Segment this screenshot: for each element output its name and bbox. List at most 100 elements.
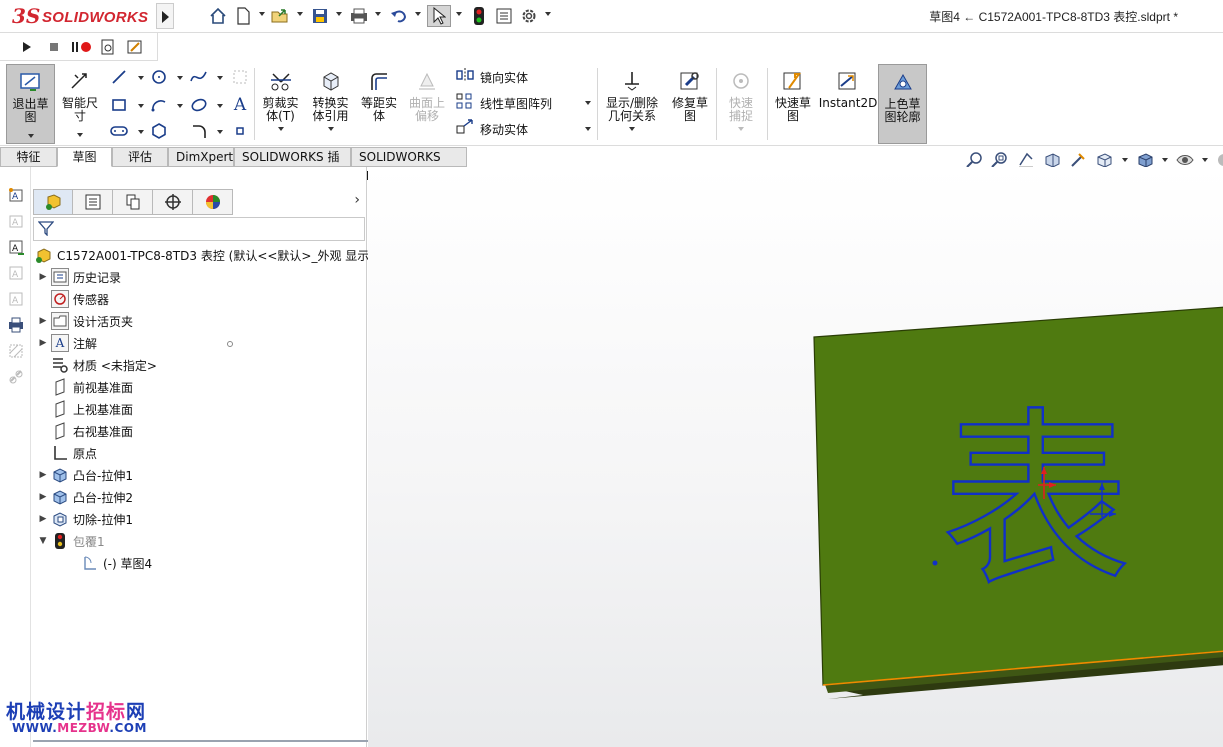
property-manager-icon[interactable] (73, 189, 113, 215)
balloon-icon[interactable]: A (6, 211, 26, 231)
new-macro-icon[interactable] (98, 39, 118, 55)
collapse-arrow-icon[interactable]: ▼ (37, 536, 49, 546)
tree-item-sensors[interactable]: 传感器 (37, 288, 109, 310)
home-icon[interactable] (207, 5, 229, 27)
tab-solidworks-mbd[interactable]: SOLIDWORKS MBD (351, 147, 467, 183)
arc-icon[interactable] (150, 96, 168, 114)
offset-entities-button[interactable]: 等距实体 (357, 64, 401, 144)
linear-pattern-icon (455, 93, 475, 113)
tree-root-part[interactable]: C1572A001-TPC8-8TD3 表控 (默认<<默认>_外观 显示 (33, 244, 369, 266)
smart-dimension-button[interactable]: 智能尺寸 (58, 64, 102, 144)
expand-arrow-icon[interactable]: ▶ (37, 338, 49, 348)
tab-dimxpert[interactable]: DimXpert (168, 147, 234, 167)
play-icon[interactable] (17, 39, 37, 55)
tab-evaluate[interactable]: 评估 (112, 147, 168, 167)
tree-item-annotations[interactable]: ▶ A 注解 (37, 332, 97, 354)
mirror-entities-button[interactable]: 镜向实体 (455, 67, 528, 87)
sketch-fillet-icon[interactable] (190, 122, 208, 140)
new-document-icon[interactable] (232, 5, 254, 27)
quick-snaps-button[interactable]: 快速捕捉 (719, 64, 763, 144)
expand-arrow-icon[interactable]: ▶ (37, 470, 49, 480)
solidworks-logo[interactable]: 3S SOLIDWORKS (8, 3, 152, 29)
offset-on-surface-button[interactable]: 曲面上偏移 (405, 64, 449, 144)
mirror-entities-icon (455, 67, 475, 87)
expand-arrow-icon[interactable]: ▶ (37, 316, 49, 326)
tree-item-right-plane[interactable]: 右视基准面 (37, 420, 133, 442)
text-annotation-icon[interactable]: A (6, 237, 26, 257)
open-folder-icon[interactable] (270, 5, 292, 27)
dimxpert-manager-icon[interactable] (153, 189, 193, 215)
trim-entities-button[interactable]: 剪裁实体(T) (258, 64, 303, 144)
hatch-icon[interactable] (6, 341, 26, 361)
note-icon[interactable]: A (6, 185, 26, 205)
sketch-point[interactable] (932, 560, 938, 566)
tab-sketch[interactable]: 草图 (57, 147, 112, 167)
undo-icon[interactable] (388, 5, 410, 27)
expand-arrow-icon[interactable]: ▶ (37, 272, 49, 282)
tree-item-boss-extrude-2[interactable]: ▶ 凸台-拉伸2 (37, 486, 133, 508)
rapid-sketch-button[interactable]: 快速草图 (771, 64, 815, 144)
graphics-viewport[interactable]: 表 (368, 167, 1223, 747)
smart-dimension-icon (66, 68, 94, 94)
watermark-chinese: 机械设计招标网 (6, 697, 146, 724)
configuration-manager-icon[interactable] (113, 189, 153, 215)
site-watermark: 机械设计招标网 WWW.MEZBW.COM (6, 697, 146, 741)
point-grid-icon[interactable] (231, 68, 249, 86)
line-icon[interactable] (110, 68, 128, 86)
text-tool-icon[interactable]: A (231, 95, 249, 115)
print-preview-icon[interactable] (6, 315, 26, 335)
point-icon[interactable] (231, 122, 249, 140)
panel-splitter-handle[interactable] (227, 341, 233, 347)
expand-menu-arrow[interactable] (156, 3, 174, 29)
display-delete-relations-button[interactable]: 显示/删除几何关系 (602, 64, 662, 144)
tree-filter-field[interactable] (33, 217, 365, 241)
file-properties-icon[interactable] (493, 5, 515, 27)
record-pause-icon[interactable] (70, 39, 94, 55)
tree-item-design-binder[interactable]: ▶ 设计活页夹 (37, 310, 133, 332)
tab-solidworks-addins[interactable]: SOLIDWORKS 插件 (234, 147, 351, 183)
polygon-icon[interactable] (150, 122, 168, 140)
part-model-view[interactable]: 表 (368, 167, 1223, 747)
tree-item-cut-extrude-1[interactable]: ▶ 切除-拉伸1 (37, 508, 133, 530)
more-tabs-chevron-icon[interactable]: › (354, 192, 360, 208)
tree-item-origin[interactable]: 原点 (37, 442, 97, 464)
print-icon[interactable] (348, 5, 370, 27)
save-icon[interactable] (309, 5, 331, 27)
tree-item-label: 凸台-拉伸2 (73, 490, 133, 505)
datum-feature-icon[interactable]: A (6, 289, 26, 309)
convert-entities-button[interactable]: 转换实体引用 (307, 64, 354, 144)
shaded-sketch-contours-button[interactable]: 上色草图轮廓 (878, 64, 927, 144)
spline-icon[interactable] (190, 68, 208, 86)
move-entities-button[interactable]: 移动实体 (455, 119, 528, 139)
edit-macro-icon[interactable] (125, 39, 145, 55)
linear-pattern-button[interactable]: 线性草图阵列 (455, 93, 552, 113)
rebuild-traffic-light-icon[interactable] (468, 5, 490, 27)
stop-icon[interactable] (44, 39, 64, 55)
rectangle-icon[interactable] (110, 96, 128, 114)
display-manager-icon[interactable] (193, 189, 233, 215)
instant2d-button[interactable]: Instant2D (819, 64, 877, 144)
ellipse-icon[interactable] (190, 96, 208, 114)
select-cursor-icon[interactable] (427, 5, 451, 27)
expand-arrow-icon[interactable]: ▶ (37, 492, 49, 502)
options-gear-icon[interactable] (518, 5, 540, 27)
trim-entities-icon (267, 68, 295, 94)
ds-logo-mark: 3S (12, 4, 41, 28)
exit-sketch-button[interactable]: 退出草图 (6, 64, 55, 144)
tree-item-wrap-1[interactable]: ▼ 包覆1 (37, 530, 105, 552)
tree-item-top-plane[interactable]: 上视基准面 (37, 398, 133, 420)
tree-item-sketch-4[interactable]: (-) 草图4 (79, 552, 152, 574)
surface-finish-icon[interactable]: A (6, 263, 26, 283)
slot-icon[interactable] (110, 122, 128, 140)
tree-item-front-plane[interactable]: 前视基准面 (37, 376, 133, 398)
tree-item-boss-extrude-1[interactable]: ▶ 凸台-拉伸1 (37, 464, 133, 486)
tree-item-history[interactable]: ▶ 历史记录 (37, 266, 121, 288)
link-icon[interactable] (6, 367, 26, 387)
tree-item-label: 凸台-拉伸1 (73, 468, 133, 483)
expand-arrow-icon[interactable]: ▶ (37, 514, 49, 524)
tab-features[interactable]: 特征 (0, 147, 57, 167)
tree-item-material[interactable]: 材质 <未指定> (37, 354, 157, 376)
circle-icon[interactable] (150, 68, 168, 86)
feature-manager-tree-icon[interactable] (33, 189, 73, 215)
repair-sketch-button[interactable]: 修复草图 (667, 64, 713, 144)
